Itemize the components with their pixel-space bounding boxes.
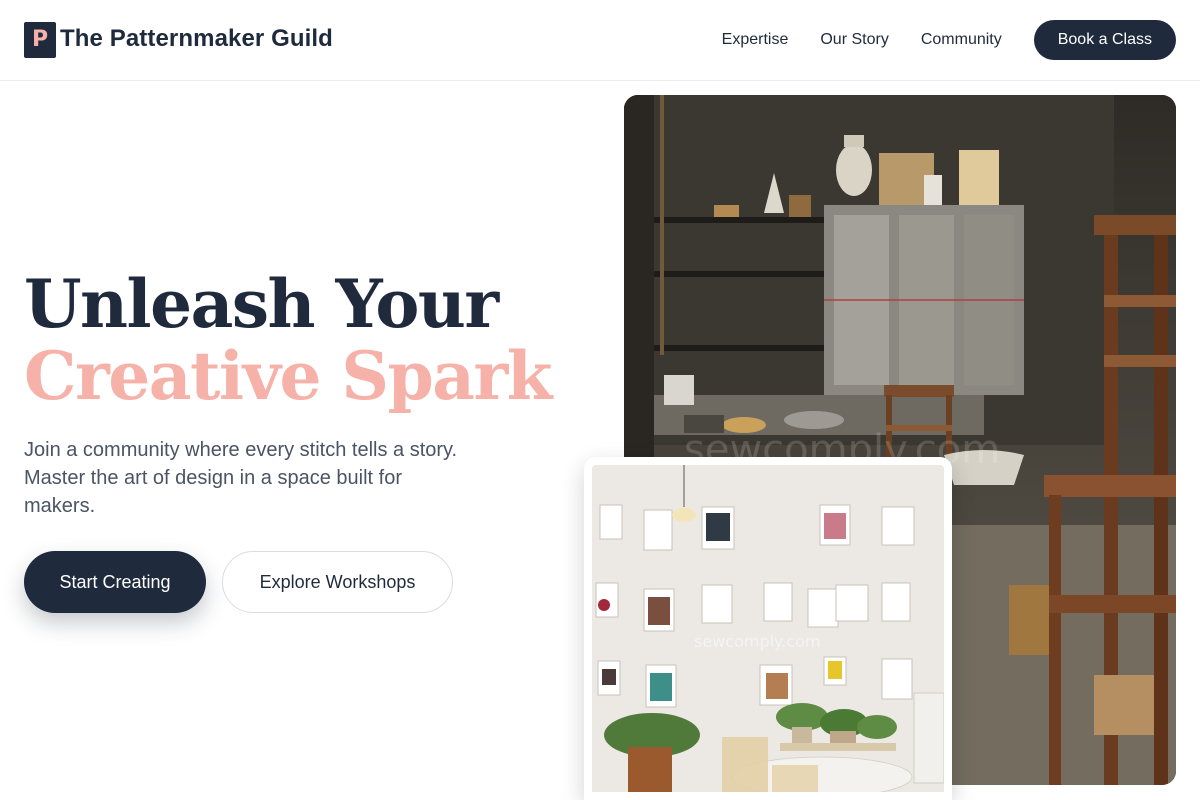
nav-link-our-story[interactable]: Our Story	[820, 31, 888, 49]
moodboard-photo: sewcomply.com	[584, 457, 952, 800]
inset-image-watermark: sewcomply.com	[694, 632, 820, 651]
start-creating-button[interactable]: Start Creating	[24, 551, 206, 613]
main-nav: Expertise Our Story Community Book a Cla…	[722, 20, 1176, 60]
site-header: P The Patternmaker Guild Expertise Our S…	[0, 0, 1200, 81]
nav-link-expertise[interactable]: Expertise	[722, 31, 789, 49]
hero-subtitle: Join a community where every stitch tell…	[24, 439, 458, 517]
hero-title: Unleash Your Creative Spark	[24, 265, 553, 415]
nav-link-community[interactable]: Community	[921, 31, 1002, 49]
brand-name[interactable]: The Patternmaker Guild	[60, 25, 333, 53]
hero-title-line2: Creative Spark	[24, 337, 553, 415]
explore-workshops-button[interactable]: Explore Workshops	[222, 551, 453, 613]
book-class-button[interactable]: Book a Class	[1033, 20, 1176, 60]
logo-icon[interactable]: P	[24, 22, 56, 58]
hero-title-line1: Unleash Your	[24, 265, 499, 343]
